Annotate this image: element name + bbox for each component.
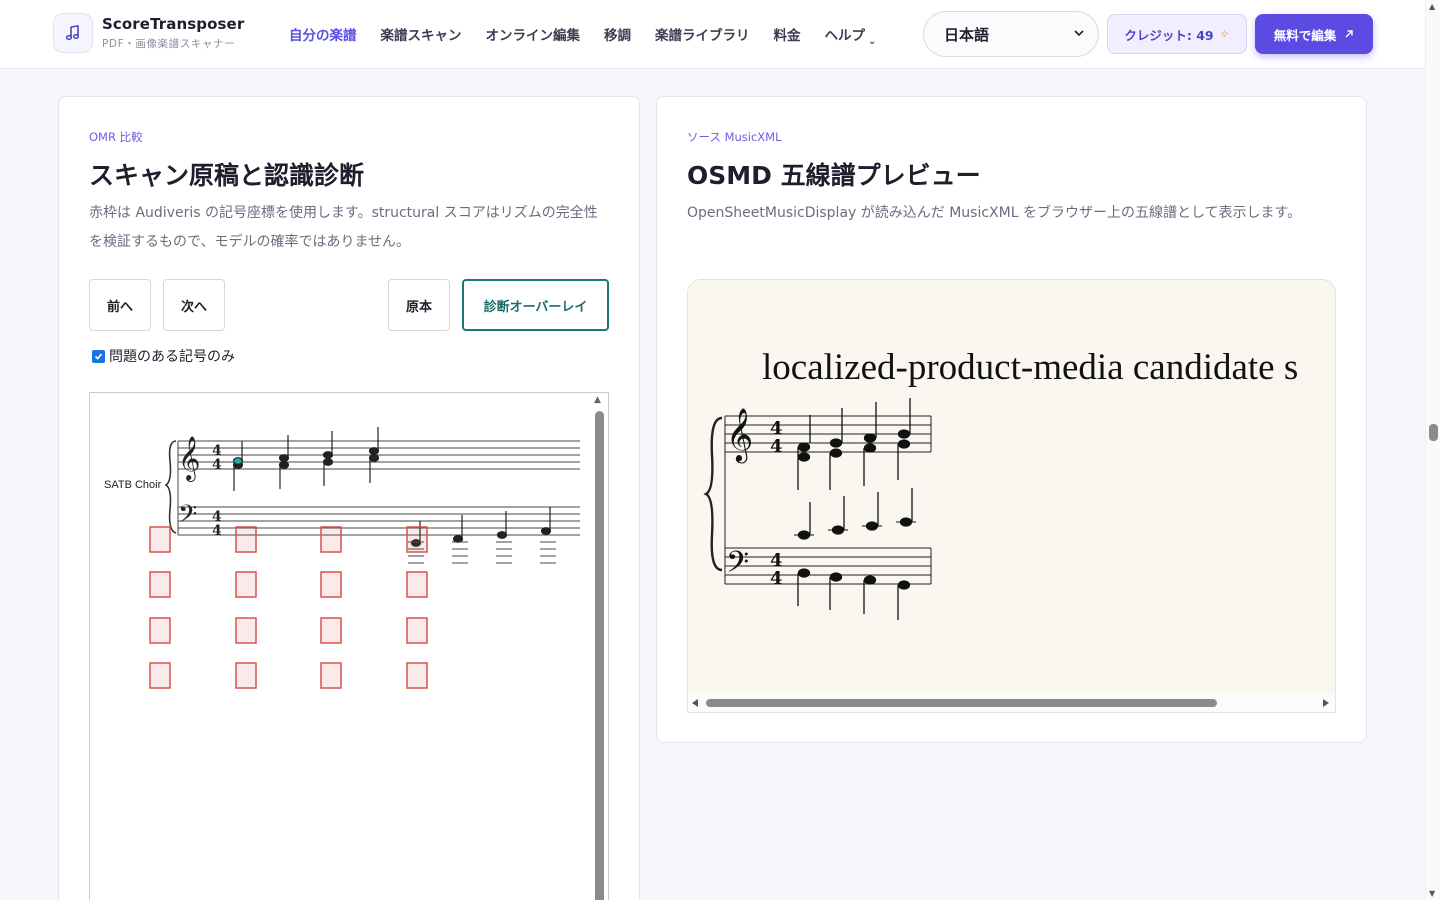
svg-text:4: 4: [212, 457, 222, 473]
diagnostic-symbol-box[interactable]: [235, 662, 257, 689]
diagnostic-symbol-box[interactable]: [149, 617, 171, 644]
part-label: SATB Choir: [104, 479, 162, 491]
svg-text:4: 4: [770, 568, 783, 589]
diagnostic-symbol-box[interactable]: [149, 571, 171, 598]
svg-text:4: 4: [212, 523, 222, 539]
diagnostic-symbol-box[interactable]: [149, 526, 171, 553]
checkbox-checked-icon[interactable]: [92, 349, 105, 363]
diagnostic-symbol-box[interactable]: [406, 526, 428, 553]
diagnostic-symbol-box[interactable]: [320, 571, 342, 598]
language-select[interactable]: 日本語: [923, 11, 1099, 57]
sparkle-icon: ✧: [1219, 27, 1230, 41]
diagnostic-symbol-box[interactable]: [235, 526, 257, 553]
nav-scan[interactable]: 楽譜スキャン: [381, 24, 462, 44]
osmd-score-view[interactable]: localized-product-media candidate s 𝄞 𝄢 …: [687, 279, 1336, 713]
svg-text:𝄢: 𝄢: [726, 546, 749, 587]
diagnostic-symbol-box[interactable]: [235, 617, 257, 644]
page-scrollbar-thumb[interactable]: [1429, 424, 1438, 441]
scrollbar-thumb[interactable]: [706, 699, 1217, 707]
diagnostic-symbol-box[interactable]: [235, 571, 257, 598]
osmd-description: OpenSheetMusicDisplay が読み込んだ MusicXML をブ…: [687, 205, 1302, 221]
brand[interactable]: ScoreTransposer PDF・画像楽譜スキャナー: [102, 15, 244, 51]
scroll-up-icon[interactable]: ▲: [594, 395, 601, 405]
diagnostic-overlay-button[interactable]: 診断オーバーレイ: [462, 279, 609, 331]
nav-online-edit[interactable]: オンライン編集: [486, 24, 581, 44]
omr-description: 赤枠は Audiveris の記号座標を使用します。structural スコア…: [89, 205, 598, 250]
brand-name: ScoreTransposer: [102, 15, 245, 33]
scan-vertical-scrollbar[interactable]: ▲: [593, 393, 605, 900]
osmd-horizontal-scrollbar[interactable]: [688, 694, 1335, 712]
svg-text:𝄢: 𝄢: [178, 500, 197, 535]
diagnostic-symbol-box[interactable]: [149, 662, 171, 689]
osmd-staff-render: 𝄞 𝄢 4 4 4 4: [703, 398, 932, 620]
nav-help[interactable]: ヘルプ ⌄: [824, 24, 877, 47]
problem-symbols-label: 問題のある記号のみ: [109, 349, 235, 365]
arrow-up-right-icon: [1345, 30, 1353, 38]
scroll-left-icon[interactable]: [692, 699, 698, 707]
original-button[interactable]: 原本: [388, 279, 450, 331]
nav-library[interactable]: 楽譜ライブラリ: [655, 24, 750, 44]
scroll-up-icon[interactable]: ▲: [1429, 2, 1435, 11]
scroll-right-icon[interactable]: [1323, 699, 1329, 707]
omr-title: スキャン原稿と認識診断: [89, 161, 365, 190]
page-scrollbar[interactable]: ▲ ▼: [1425, 0, 1440, 900]
logo[interactable]: [53, 13, 93, 53]
nav-pricing[interactable]: 料金: [774, 24, 801, 44]
main-nav: 自分の楽譜 楽譜スキャン オンライン編集 移調 楽譜ライブラリ 料金 ヘルプ ⌄: [289, 24, 900, 47]
next-button[interactable]: 次へ: [163, 279, 225, 331]
diagnostic-symbol-box[interactable]: [320, 617, 342, 644]
scan-viewer[interactable]: SATB Choir 𝄞 𝄢 4 4 4 4 ▲: [89, 392, 609, 900]
osmd-eyebrow: ソース MusicXML: [687, 130, 782, 144]
diagnostic-symbol-box[interactable]: [320, 662, 342, 689]
chevron-down-icon: [1074, 30, 1084, 37]
svg-text:𝄞: 𝄞: [178, 436, 200, 482]
language-select-value: 日本語: [944, 25, 990, 44]
nav-transpose[interactable]: 移調: [604, 24, 631, 44]
scroll-down-icon[interactable]: ▼: [1429, 889, 1435, 898]
credits-button[interactable]: クレジット: 49 ✧: [1107, 14, 1247, 54]
diagnostic-symbol-box[interactable]: [406, 617, 428, 644]
nav-help-label: ヘルプ: [824, 28, 866, 44]
omr-eyebrow: OMR 比較: [89, 130, 143, 144]
chevron-down-icon: ⌄: [868, 36, 877, 47]
music-note-icon: [65, 25, 80, 41]
svg-text:4: 4: [770, 436, 783, 457]
svg-text:𝄞: 𝄞: [726, 407, 753, 463]
prev-button[interactable]: 前へ: [89, 279, 151, 331]
scanned-score-image: SATB Choir 𝄞 𝄢 4 4 4 4: [104, 427, 580, 689]
brand-tagline: PDF・画像楽譜スキャナー: [102, 38, 236, 50]
diagnostic-symbol-box[interactable]: [320, 526, 342, 553]
nav-my-scores[interactable]: 自分の楽譜: [289, 24, 357, 44]
problem-symbols-checkbox[interactable]: 問題のある記号のみ: [92, 346, 235, 366]
osmd-title: OSMD 五線譜プレビュー: [687, 161, 981, 190]
credits-label: クレジット: 49: [1124, 27, 1214, 43]
diagnostic-symbol-box[interactable]: [406, 662, 428, 689]
scrollbar-thumb[interactable]: [595, 411, 604, 900]
diagnostic-symbol-box[interactable]: [406, 571, 428, 598]
edit-free-button[interactable]: 無料で編集: [1255, 14, 1373, 54]
top-header: ScoreTransposer PDF・画像楽譜スキャナー 自分の楽譜 楽譜スキ…: [0, 0, 1425, 69]
edit-free-label: 無料で編集: [1273, 27, 1337, 43]
